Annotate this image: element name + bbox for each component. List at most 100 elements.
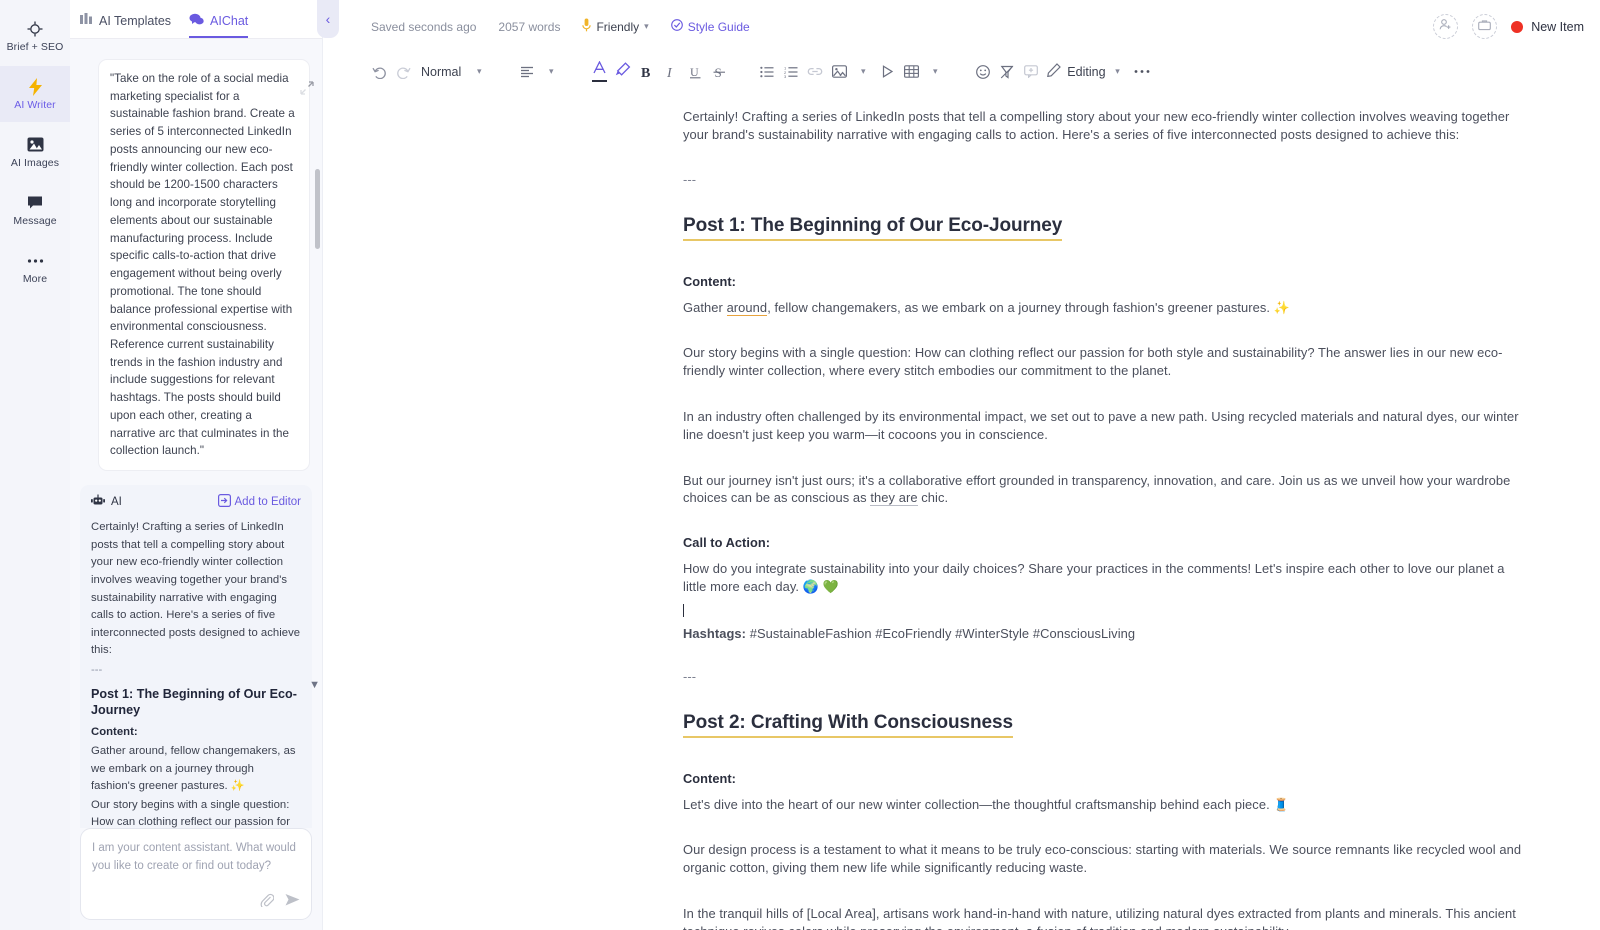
toolbar-more-button[interactable] [1130,58,1154,86]
bullet-list-button[interactable] [755,58,779,86]
chat-icon [27,194,43,212]
link-button[interactable] [803,58,827,86]
add-to-editor-label: Add to Editor [234,496,301,509]
pencil-icon [1047,63,1062,80]
briefcase-icon [1478,18,1492,36]
doc-paragraph: Let's dive into the heart of our new win… [683,796,1290,812]
highlight-button[interactable] [611,58,635,86]
text-color-button[interactable] [587,58,611,86]
ai-message-body: Certainly! Crafting a series of LinkedIn… [91,519,301,828]
insert-video-button[interactable] [875,58,899,86]
align-chevron[interactable]: ▾ [539,58,563,86]
toolbar-spacer [491,58,515,86]
ai-paragraph-1: Gather around, fellow changemakers, as w… [91,744,296,793]
grammar-suggestion[interactable]: they are [870,490,918,507]
chat-scrollbar-thumb[interactable] [315,169,320,249]
italic-button[interactable]: I [659,58,683,86]
editor-meta: Saved seconds ago 2057 words Friendly ▾ … [371,18,750,35]
toolbar-spacer [563,58,587,86]
svg-text:I: I [666,66,673,79]
rail-item-ai-images[interactable]: AI Images [0,124,70,180]
doc-paragraph: How do you integrate sustainability into… [683,561,1505,594]
insert-table-button[interactable] [899,58,923,86]
style-guide-label: Style Guide [687,19,750,34]
grammar-suggestion[interactable]: around [726,299,768,316]
editing-mode-button[interactable]: Editing [1043,63,1106,80]
clear-formatting-button[interactable] [995,58,1019,86]
chat-message-list: "Take on the role of a social media mark… [70,39,322,828]
rail-item-ai-writer[interactable]: AI Writer [0,66,70,122]
add-user-button[interactable] [1433,14,1459,39]
new-item-label: New Item [1531,19,1584,34]
robot-icon [91,494,105,510]
expand-icon[interactable] [300,81,314,95]
chevron-down-icon: ▾ [644,21,649,31]
svg-text:U: U [690,65,699,79]
text-cursor [683,603,684,617]
tab-ai-templates[interactable]: AI Templates [80,13,171,38]
image-icon [27,136,44,154]
rail-item-brief-seo[interactable]: Brief + SEO [0,8,70,64]
insert-image-button[interactable] [827,58,851,86]
add-to-editor-icon [217,494,231,510]
microphone-icon [582,18,592,35]
doc-hashtags: Hashtags: #SustainableFashion #EcoFriend… [683,626,1530,641]
ai-content-label: Content: [91,726,138,739]
add-comment-button[interactable] [1019,58,1043,86]
new-item-button[interactable]: New Item [1511,20,1584,34]
send-icon[interactable] [285,893,300,912]
doc-heading: Post 2: Crafting With Consciousness [683,712,1013,738]
rail-item-label: Message [13,214,57,227]
svg-text:3: 3 [784,74,787,78]
highlighter-icon [615,62,631,81]
editing-mode-label: Editing [1067,64,1106,79]
bold-button[interactable]: B [635,58,659,86]
toolbar-spacer [731,58,755,86]
chevron-down-icon[interactable]: ▼ [309,679,320,691]
doc-divider: --- [683,668,697,684]
style-guide-button[interactable]: Style Guide [670,19,750,34]
doc-paragraph: Gather around, fellow changemakers, as w… [683,299,1290,316]
redo-button[interactable] [391,58,415,86]
rail-item-message[interactable]: Message [0,182,70,238]
doc-caret-line [683,602,1530,620]
chat-composer[interactable]: I am your content assistant. What would … [80,828,312,920]
rail-item-more[interactable]: More [0,240,70,296]
tab-aichat[interactable]: AIChat [189,13,249,38]
svg-text:B: B [641,66,650,79]
insert-table-chevron[interactable]: ▾ [923,58,947,86]
doc-paragraph: Our design process is a testament to wha… [683,842,1522,876]
tone-selector[interactable]: Friendly ▾ [582,18,649,35]
text-color-icon [591,60,607,82]
ai-intro-paragraph: Certainly! Crafting a series of LinkedIn… [91,521,301,657]
editor-toolbar: Normal ▾ ▾ B I U S 1 2 3 ▾ ▾ Editing ▾ [323,53,1600,90]
ai-author: AI [91,494,122,510]
emoji-button[interactable] [971,58,995,86]
chat-ai-message: AI Add to Editor Certainly! Crafting a s… [80,485,312,828]
briefcase-button[interactable] [1472,14,1498,39]
numbered-list-button[interactable]: 123 [779,58,803,86]
ai-message-header: AI Add to Editor [91,494,301,510]
align-button[interactable] [515,58,539,86]
app-root: Brief + SEO AI Writer AI Images Message [0,0,1600,930]
collapse-panel-button[interactable]: ‹ [317,0,339,38]
strikethrough-button[interactable]: S [707,58,731,86]
paragraph-style-label[interactable]: Normal [415,65,467,79]
document-canvas[interactable]: Certainly! Crafting a series of LinkedIn… [323,90,1600,930]
doc-paragraph: Certainly! Crafting a series of LinkedIn… [683,109,1510,142]
underline-button[interactable]: U [683,58,707,86]
editing-mode-chevron[interactable]: ▾ [1106,58,1130,86]
insert-image-chevron[interactable]: ▾ [851,58,875,86]
paragraph-style-chevron[interactable]: ▾ [467,58,491,86]
chat-input-placeholder[interactable]: I am your content assistant. What would … [92,839,300,893]
chevron-down-icon: ▾ [933,66,938,76]
add-to-editor-button[interactable]: Add to Editor [217,494,301,510]
ai-label: AI [111,496,122,509]
doc-paragraph: In the tranquil hills of [Local Area], a… [683,905,1516,930]
doc-paragraph: Our story begins with a single question:… [683,345,1503,379]
doc-heading-row: Post 2: Crafting With Consciousness [683,712,1530,771]
paperclip-icon[interactable] [260,893,275,912]
chevron-down-icon: ▾ [1115,66,1120,76]
chat-panel: AI Templates AIChat "Take on the role of… [70,0,323,930]
undo-button[interactable] [367,58,391,86]
